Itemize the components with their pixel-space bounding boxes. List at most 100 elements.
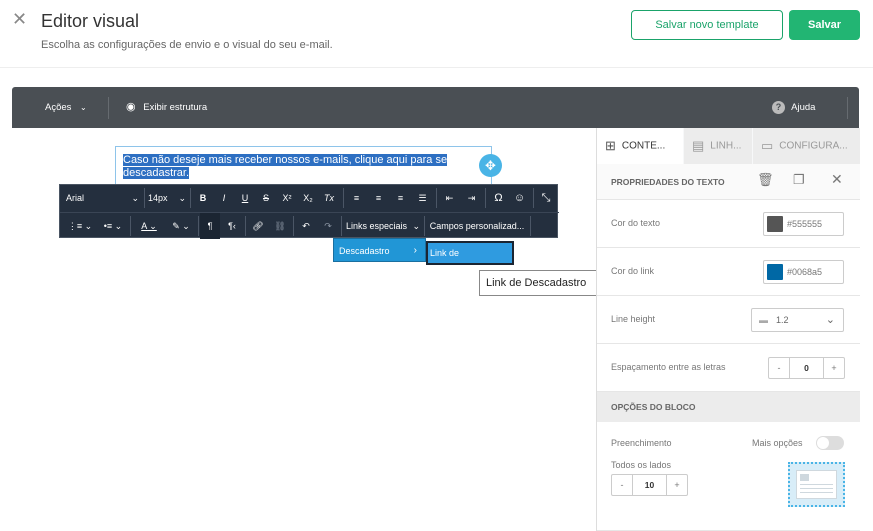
padding-value[interactable]: 10 (632, 475, 667, 495)
actions-menu[interactable]: Ações ⌄ (45, 87, 87, 128)
underline-button[interactable]: U (236, 185, 254, 211)
redo-icon[interactable]: ↷ (318, 213, 338, 239)
undo-icon[interactable]: ↶ (296, 213, 316, 239)
link-color-row: Cor do link #0068a5 (597, 248, 860, 296)
text-color-row: Cor do texto #555555 (597, 200, 860, 248)
divider (293, 216, 294, 236)
more-options-toggle[interactable] (816, 436, 844, 450)
align-left-icon[interactable]: ≡ (347, 185, 366, 211)
clear-format-button[interactable]: Tx (320, 185, 338, 211)
increment-button[interactable]: + (824, 358, 844, 378)
emoji-icon[interactable]: ☺ (510, 185, 529, 211)
rtl-icon[interactable]: ¶‹ (222, 213, 242, 239)
size-value: 14px (148, 193, 168, 203)
divider (424, 216, 425, 236)
ordered-list-icon[interactable]: ⋮≡ ⌄ (64, 213, 96, 239)
collapse-icon[interactable]: ⤡ (535, 185, 557, 211)
line-height-select[interactable]: ▬ 1.2 ⌄ (751, 308, 844, 332)
menu-item-unsubscribe[interactable]: Descadastro › (333, 238, 426, 262)
all-sides-label: Todos os lados (611, 460, 672, 470)
special-char-button[interactable]: Ω (489, 185, 508, 211)
chevron-down-icon: ⌄ (178, 193, 186, 203)
email-canvas[interactable]: Caso não deseje mais receber nossos e-ma… (12, 128, 600, 531)
link-color-label: Cor do link (611, 266, 655, 276)
move-handle-icon[interactable]: ✥ (479, 154, 502, 177)
line-height-icon: ▬ (759, 315, 768, 325)
tab-rows-label: LINH... (710, 140, 742, 152)
duplicate-icon[interactable]: ❐ (793, 172, 805, 188)
page-header: ✕ Editor visual Escolha as configurações… (0, 0, 873, 68)
show-structure-label: Exibir estrutura (143, 102, 208, 113)
size-select[interactable]: 14px ⌄ (148, 185, 186, 211)
special-links-dropdown[interactable]: Links especiais ⌄ (344, 213, 422, 239)
actions-label: Ações (45, 102, 72, 113)
link-color-value: #0068a5 (787, 267, 823, 277)
text-color-value: #555555 (787, 219, 823, 229)
line-height-label: Line height (611, 314, 656, 324)
custom-fields-dropdown[interactable]: Campos personalizad... (426, 213, 528, 239)
padding-stepper[interactable]: - 10 + (611, 474, 688, 496)
text-color-icon[interactable]: A ⌄ (134, 213, 164, 239)
close-icon[interactable]: ✕ (831, 171, 843, 188)
font-select[interactable]: Arial ⌄ (66, 185, 141, 211)
subscript-button[interactable]: X₂ (299, 185, 317, 211)
align-justify-icon[interactable]: ☰ (413, 185, 432, 211)
indent-icon[interactable]: ⇥ (462, 185, 481, 211)
letter-spacing-value[interactable]: 0 (789, 358, 824, 378)
text-color-swatch (767, 216, 783, 232)
decrement-button[interactable]: - (769, 358, 789, 378)
tooltip: Link de Descadastro (479, 270, 600, 296)
settings-doc-icon: ▭ (761, 138, 774, 153)
divider (190, 188, 191, 208)
rich-text-toolbar: Arial ⌄ 14px ⌄ B I U S X² X₂ Tx ≡ ≡ ≡ ☰ … (59, 184, 559, 239)
divider (343, 188, 344, 208)
letter-spacing-stepper[interactable]: - 0 + (768, 357, 845, 379)
outdent-icon[interactable]: ⇤ (440, 185, 459, 211)
show-structure-button[interactable]: ◉ Exibir estrutura (126, 87, 207, 128)
tab-rows[interactable]: ▤ LINH... (684, 128, 752, 164)
trash-icon[interactable]: 🗑︎ (757, 172, 774, 188)
line-height-row: Line height ▬ 1.2 ⌄ (597, 296, 860, 344)
link-icon[interactable]: 🔗︎ (248, 213, 268, 239)
bold-button[interactable]: B (194, 185, 212, 211)
ltr-icon[interactable]: ¶ (200, 213, 220, 239)
tab-content[interactable]: ⊞ CONTE... (597, 128, 683, 164)
submenu-item-unsubscribe-link[interactable]: Link de Descadastro (426, 241, 514, 278)
text-color-label: Cor do texto (611, 218, 661, 228)
divider (198, 216, 199, 236)
menu-item-label: Descadastro (339, 246, 390, 256)
close-icon[interactable]: ✕ (12, 10, 27, 28)
tab-content-label: CONTE... (621, 140, 666, 152)
strikethrough-button[interactable]: S (257, 185, 275, 211)
text-color-picker[interactable]: #555555 (763, 212, 844, 236)
tab-settings[interactable]: ▭ CONFIGURA... (753, 128, 860, 164)
divider (533, 188, 534, 208)
align-right-icon[interactable]: ≡ (391, 185, 410, 211)
unlink-icon[interactable]: ⛓︎ (270, 213, 290, 239)
divider (847, 97, 848, 119)
properties-panel: ⊞ CONTE... ▤ LINH... ▭ CONFIGURA... PROPRIE… (596, 128, 860, 531)
block-preview-thumbnail[interactable] (788, 462, 845, 507)
divider (485, 188, 486, 208)
block-options-section: Preenchimento Mais opções Todos os lados… (597, 422, 860, 531)
italic-button[interactable]: I (215, 185, 233, 211)
increment-button[interactable]: + (667, 475, 687, 495)
decrement-button[interactable]: - (612, 475, 632, 495)
text-properties-header: PROPRIEDADES DO TEXTO 🗑︎ ❐ ✕ (597, 164, 860, 200)
chevron-down-icon: ⌄ (80, 103, 87, 112)
help-label: Ajuda (791, 102, 816, 113)
text-block[interactable]: Caso não deseje mais receber nossos e-ma… (115, 146, 492, 187)
link-color-picker[interactable]: #0068a5 (763, 260, 844, 284)
panel-tabs: ⊞ CONTE... ▤ LINH... ▭ CONFIGURA... (597, 128, 860, 164)
highlight-icon[interactable]: ✎ ⌄ (166, 213, 196, 239)
divider (108, 97, 109, 119)
superscript-button[interactable]: X² (278, 185, 296, 211)
line-height-value: 1.2 (776, 315, 789, 325)
help-icon: ? (772, 100, 785, 114)
align-center-icon[interactable]: ≡ (369, 185, 388, 211)
save-button[interactable]: Salvar (789, 10, 860, 40)
bullet-list-icon[interactable]: •≡ ⌄ (98, 213, 128, 239)
selected-text[interactable]: Caso não deseje mais receber nossos e-ma… (123, 154, 448, 179)
save-new-template-button[interactable]: Salvar novo template (631, 10, 783, 40)
help-button[interactable]: ? Ajuda (772, 87, 815, 128)
